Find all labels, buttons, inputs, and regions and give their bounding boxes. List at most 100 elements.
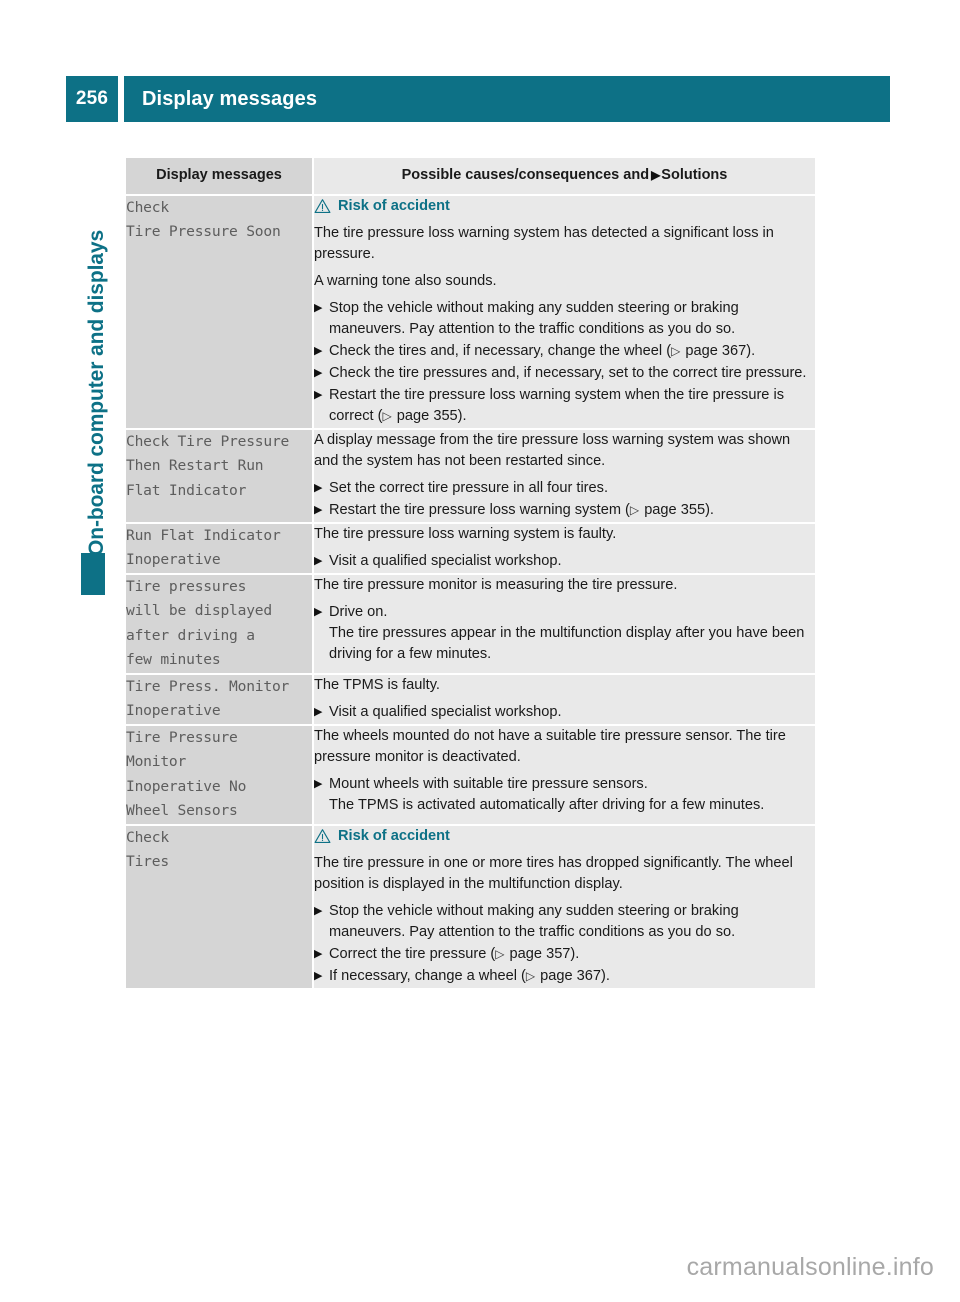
solution-step: ▶ If necessary, change a wheel (▷ page 36… <box>314 966 815 987</box>
step-arrow-icon: ▶ <box>314 388 323 401</box>
display-message-text: Check Tire Pressure Soon <box>126 198 281 241</box>
solution-step: ▶ Stop the vehicle without making any sud… <box>314 298 815 340</box>
step-arrow-icon: ▶ <box>314 503 323 516</box>
table-row: Check Tires Risk of accident The tire pres… <box>126 824 815 990</box>
table-header-row: Display messages Possible causes/consequ… <box>126 158 815 196</box>
step-arrow-icon: ▶ <box>314 366 323 379</box>
page-reference-icon: ▷ <box>525 968 536 983</box>
warning-title: Risk of accident <box>338 827 450 844</box>
solution-step: ▶ Mount wheels with suitable tire pressur… <box>314 774 815 816</box>
step-subtext: The TPMS is activated automatically afte… <box>329 796 765 813</box>
table-row: Tire Press. Monitor Inoperative The TPMS … <box>126 673 815 726</box>
cause-paragraph: A warning tone also sounds. <box>314 272 497 289</box>
cause-paragraph: The TPMS is faulty. <box>314 676 440 693</box>
solution-step: ▶ Restart the tire pressure loss warning … <box>314 500 815 521</box>
step-text: Visit a qualified specialist workshop. <box>329 703 562 720</box>
warning-triangle-icon <box>314 829 331 843</box>
display-message-cell: Check Tires <box>126 824 313 990</box>
step-arrow-icon: ▶ <box>314 605 323 618</box>
step-text: Set the correct tire pressure in all fou… <box>329 479 609 496</box>
causes-solutions-cell: The wheels mounted do not have a suitabl… <box>312 724 815 826</box>
display-message-cell: Tire Pressure Monitor Inoperative No Whe… <box>126 724 313 826</box>
step-arrow-icon: ▶ <box>314 705 323 718</box>
step-text: Stop the vehicle without making any sudd… <box>329 299 739 337</box>
page-reference-icon: ▷ <box>495 946 505 961</box>
display-message-cell: Tire pressures will be displayed after d… <box>126 573 313 675</box>
step-text: Visit a qualified specialist workshop. <box>329 552 562 569</box>
display-message-text: Run Flat Indicator Inoperative <box>126 526 281 569</box>
causes-solutions-cell: The tire pressure loss warning system is… <box>312 522 815 575</box>
causes-solutions-cell: Risk of accident The tire pressure in one… <box>312 824 815 990</box>
causes-solutions-cell: A display message from the tire pressure… <box>312 428 815 524</box>
table-row: Check Tire Pressure Soon Risk of accident… <box>126 194 815 430</box>
step-text: Drive on. <box>329 603 388 620</box>
step-text: Mount wheels with suitable tire pressure… <box>329 775 648 792</box>
warning-triangle-icon <box>314 199 331 213</box>
display-message-text: Check Tires <box>126 828 169 871</box>
display-message-text: Tire Press. Monitor Inoperative <box>126 677 290 720</box>
step-text: Stop the vehicle without making any sudd… <box>329 902 739 940</box>
chapter-sidebar: On-board computer and displays <box>78 165 110 605</box>
solution-step: ▶ Restart the tire pressure loss warning … <box>314 385 815 427</box>
display-message-text: Tire Pressure Monitor Inoperative No Whe… <box>126 728 247 820</box>
display-messages-table: Display messages Possible causes/consequ… <box>126 158 815 990</box>
watermark: carmanualsonline.info <box>686 1253 934 1281</box>
step-subtext: The tire pressures appear in the multifu… <box>329 624 805 662</box>
column-header-display-messages: Display messages <box>126 158 313 196</box>
solution-steps: ▶ Visit a qualified specialist workshop. <box>314 702 815 723</box>
cause-paragraph: A display message from the tire pressure… <box>314 431 791 469</box>
chapter-label: On-board computer and displays <box>85 229 108 556</box>
step-arrow-icon: ▶ <box>314 777 323 790</box>
cause-paragraph: The tire pressure loss warning system is… <box>314 525 617 542</box>
solution-steps: ▶ Stop the vehicle without making any sud… <box>314 298 815 427</box>
step-text: Check the tire pressures and, if necessa… <box>329 364 807 381</box>
causes-solutions-cell: The tire pressure monitor is measuring t… <box>312 573 815 675</box>
step-text: If necessary, change a wheel (▷ page 367… <box>329 967 610 984</box>
solution-steps: ▶ Stop the vehicle without making any sud… <box>314 901 815 987</box>
step-arrow-icon: ▶ <box>314 969 323 982</box>
step-arrow-icon: ▶ <box>314 947 323 960</box>
table-row: Check Tire Pressure Then Restart Run Fla… <box>126 428 815 524</box>
page-reference-icon: ▷ <box>671 343 681 358</box>
step-text: Restart the tire pressure loss warning s… <box>329 386 785 424</box>
display-message-cell: Check Tire Pressure Soon <box>126 194 313 430</box>
step-arrow-icon: ▶ <box>314 904 323 917</box>
page-reference-icon: ▷ <box>629 502 640 517</box>
display-message-text: Tire pressures will be displayed after d… <box>126 577 272 669</box>
page-number: 256 <box>66 76 118 122</box>
solution-step: ▶ Drive on. The tire pressures appear in t… <box>314 602 815 665</box>
warning-title: Risk of accident <box>338 197 450 214</box>
solution-steps: ▶ Set the correct tire pressure in all fo… <box>314 478 815 521</box>
step-text: Correct the tire pressure (▷ page 357). <box>329 945 580 962</box>
table-row: Tire Pressure Monitor Inoperative No Whe… <box>126 724 815 826</box>
solution-step: ▶ Check the tire pressures and, if necess… <box>314 363 815 384</box>
solution-step: ▶ Correct the tire pressure (▷ page 357). <box>314 944 815 965</box>
table-row: Run Flat Indicator Inoperative The tire p… <box>126 522 815 575</box>
solution-steps: ▶ Mount wheels with suitable tire pressur… <box>314 774 815 816</box>
table-body: Check Tire Pressure Soon Risk of accident… <box>126 194 815 990</box>
solution-step: ▶ Visit a qualified specialist workshop. <box>314 702 815 723</box>
solution-step: ▶ Visit a qualified specialist workshop. <box>314 551 815 572</box>
display-message-text: Check Tire Pressure Then Restart Run Fla… <box>126 432 290 499</box>
solution-step: ▶ Stop the vehicle without making any sud… <box>314 901 815 943</box>
cause-paragraph: The tire pressure in one or more tires h… <box>314 854 793 892</box>
display-message-cell: Run Flat Indicator Inoperative <box>126 522 313 575</box>
page-header: 256 Display messages <box>66 76 890 122</box>
solution-step: ▶ Set the correct tire pressure in all fo… <box>314 478 815 499</box>
step-text: Check the tires and, if necessary, chang… <box>329 342 756 359</box>
warning-block: Risk of accident <box>314 198 815 214</box>
warning-block: Risk of accident <box>314 828 815 844</box>
solution-step: ▶ Check the tires and, if necessary, chan… <box>314 341 815 362</box>
page-title: Display messages <box>124 76 890 122</box>
cause-paragraph: The tire pressure loss warning system ha… <box>314 224 774 262</box>
column-header-causes-solutions: Possible causes/consequences and ▶Solutio… <box>312 158 815 196</box>
solutions-arrow-icon: ▶ <box>651 168 661 182</box>
step-arrow-icon: ▶ <box>314 481 323 494</box>
step-arrow-icon: ▶ <box>314 554 323 567</box>
step-arrow-icon: ▶ <box>314 344 323 357</box>
chapter-marker <box>81 553 105 595</box>
display-message-cell: Check Tire Pressure Then Restart Run Fla… <box>126 428 313 524</box>
cause-paragraph: The wheels mounted do not have a suitabl… <box>314 727 786 765</box>
causes-solutions-cell: Risk of accident The tire pressure loss w… <box>312 194 815 430</box>
table-row: Tire pressures will be displayed after d… <box>126 573 815 675</box>
